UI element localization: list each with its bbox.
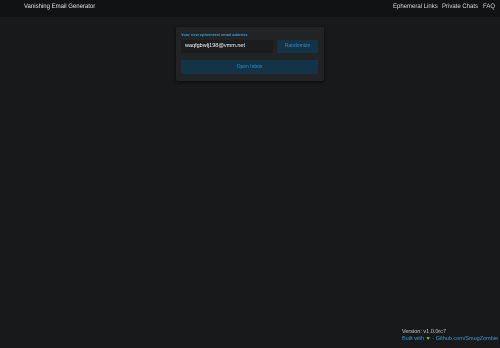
brand-link[interactable]: Vanishing Email Generator bbox=[24, 4, 95, 10]
github-link[interactable]: - Github.com/SmugZombie bbox=[432, 336, 498, 342]
randomize-button[interactable]: Randomize bbox=[277, 40, 318, 53]
nav-link-ephemeral-links[interactable]: Ephemeral Links bbox=[393, 4, 438, 10]
navbar: Vanishing Email Generator Ephemeral Link… bbox=[0, 0, 500, 17]
email-field[interactable]: waqfgbwlj198@vmm.net bbox=[181, 40, 273, 53]
nav-link-faq[interactable]: FAQ bbox=[483, 4, 495, 10]
nav-link-private-chats[interactable]: Private Chats bbox=[442, 4, 478, 10]
version-text: Version: v1.0.0rc7 bbox=[402, 329, 447, 335]
email-generator-card: Your new ephemeral email address waqfgbw… bbox=[176, 27, 324, 81]
open-inbox-button[interactable]: Open Inbox bbox=[181, 60, 318, 74]
built-with-line: Built with ♥ - Github.com/SmugZombie bbox=[402, 336, 498, 342]
heart-icon: ♥ bbox=[426, 336, 430, 342]
built-with-text: Built with bbox=[402, 336, 425, 342]
email-label: Your new ephemeral email address bbox=[181, 32, 248, 37]
